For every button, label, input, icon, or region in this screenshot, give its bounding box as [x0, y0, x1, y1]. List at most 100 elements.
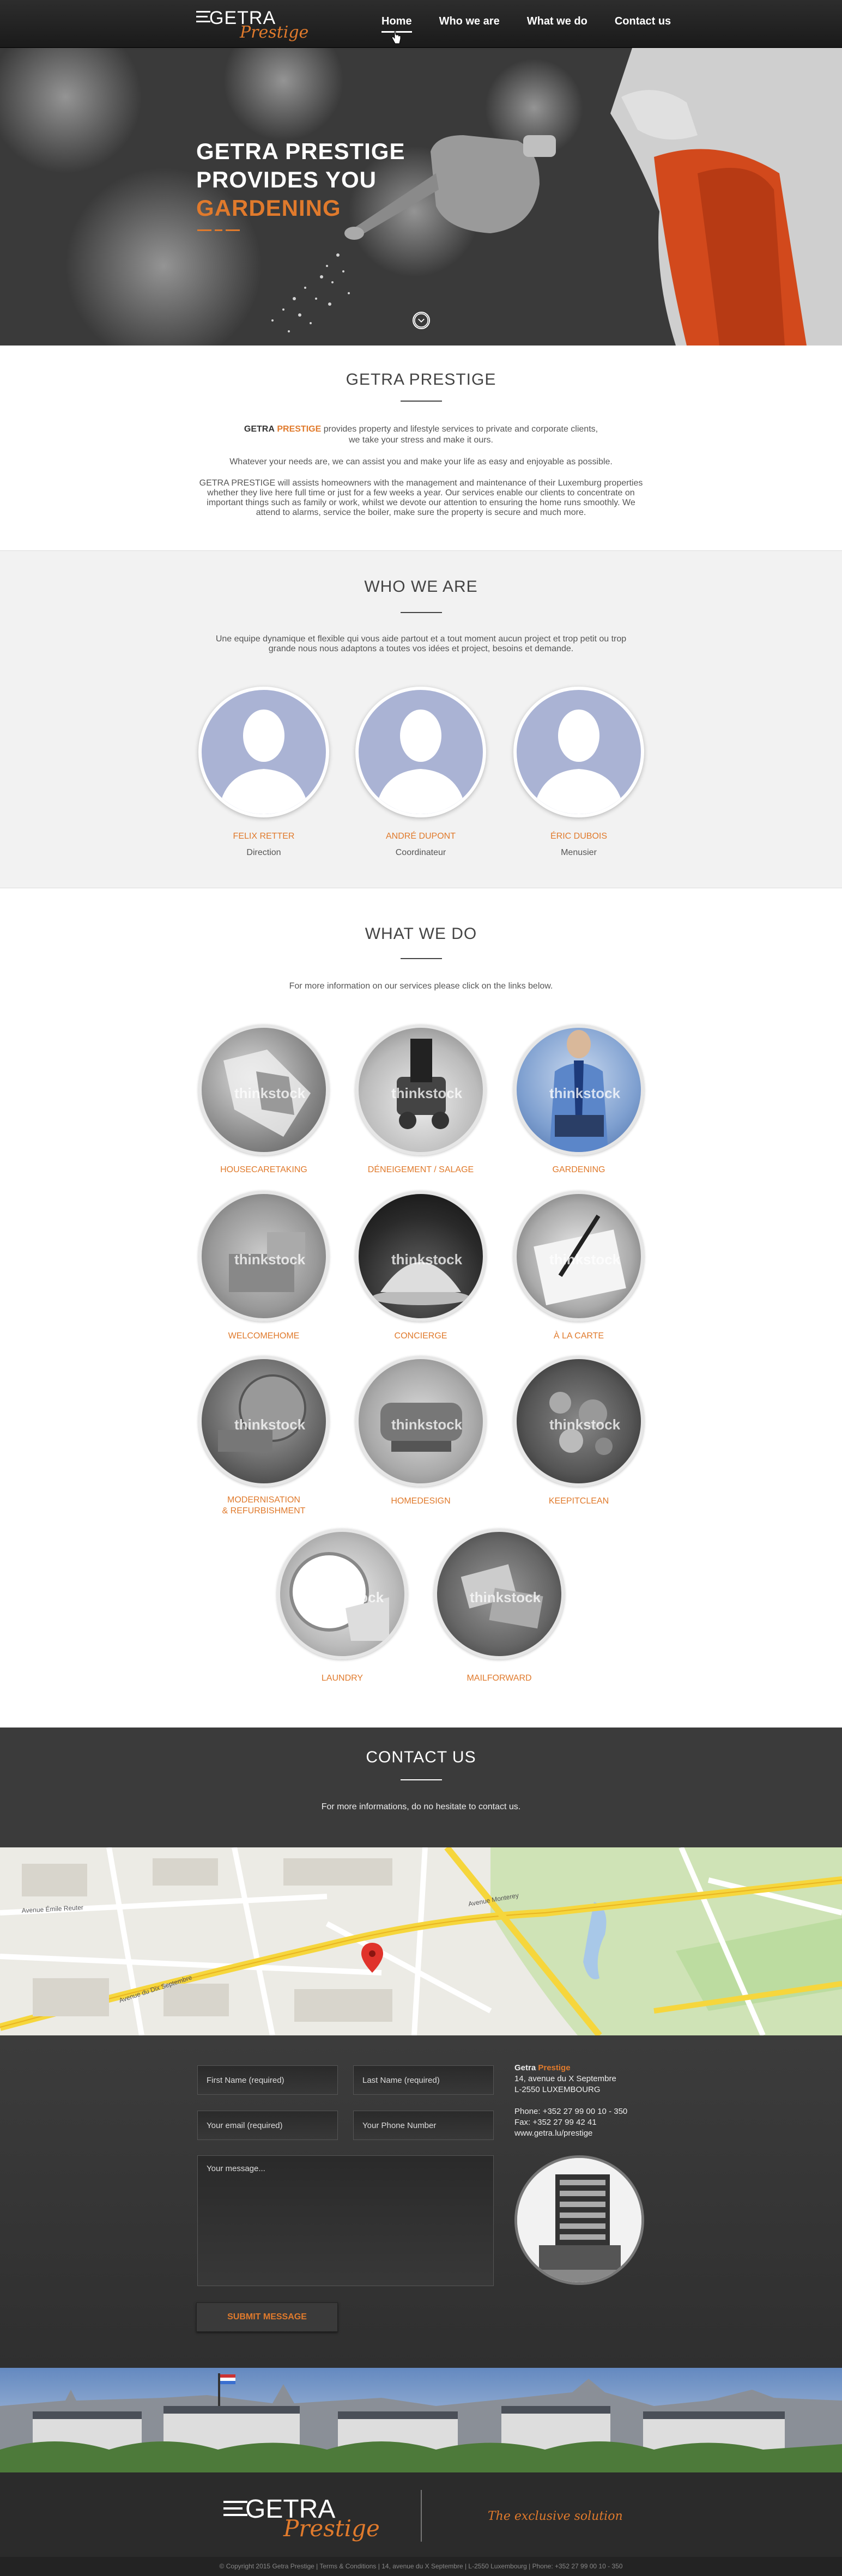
team-name: ÉRIC DUBOIS — [550, 832, 607, 841]
contact-text: For more informations, do no hesitate to… — [321, 1802, 521, 1811]
contact-title: CONTACT US — [366, 1748, 476, 1766]
intro-lead-text: provides property and lifestyle services… — [323, 425, 598, 434]
logo-bars-icon — [223, 2501, 247, 2516]
thinkstock-watermark: thinkstock — [234, 1251, 306, 1268]
footer-tagline: The exclusive solution — [488, 2510, 623, 2523]
service-label[interactable]: GARDENING — [497, 1165, 661, 1175]
intro-divider — [401, 401, 442, 402]
thinkstock-watermark: thinkstock — [549, 1416, 621, 1433]
logo[interactable]: GETRA Prestige — [196, 8, 308, 42]
hand-cursor-icon — [391, 31, 401, 44]
contact-header: CONTACT US For more informations, do no … — [0, 1728, 842, 1847]
team-role: Menusier — [561, 848, 597, 857]
copyright-bar: © Copyright 2015 Getra Prestige | Terms … — [0, 2557, 842, 2576]
email-input[interactable] — [197, 2111, 338, 2140]
info-brand-a: Getra — [514, 2063, 536, 2072]
team-role: Coordinateur — [395, 848, 446, 857]
info-brand-b: Prestige — [538, 2063, 571, 2072]
who-divider — [401, 612, 442, 613]
who-title: WHO WE ARE — [364, 578, 478, 596]
thinkstock-watermark: thinkstock — [391, 1251, 463, 1268]
intro-title: GETRA PRESTIGE — [346, 371, 496, 389]
thinkstock-watermark: thinkstock — [549, 1251, 621, 1268]
service-label[interactable]: MODERNISATION & REFURBISHMENT — [182, 1495, 346, 1517]
intro-paragraph-3: GETRA PRESTIGE will assists homeowners w… — [199, 478, 643, 488]
thinkstock-watermark: thinkstock — [391, 1416, 463, 1433]
service-label[interactable]: KEEPITCLEAN — [497, 1496, 661, 1507]
nav-who-we-are[interactable]: Who we are — [439, 15, 500, 33]
service-label[interactable]: DÉNEIGEMENT / SALAGE — [339, 1165, 502, 1175]
who-text: grande nous nous adaptons a toutes vos i… — [268, 644, 574, 653]
hero-divider — [197, 229, 240, 231]
info-fax: Fax: +352 27 99 42 41 — [514, 2118, 597, 2127]
intro-lead: GETRA PRESTIGE provides property and lif… — [0, 424, 842, 435]
intro-paragraph-2: Whatever your needs are, we can assist y… — [229, 457, 613, 466]
service-label-line: & REFURBISHMENT — [222, 1506, 306, 1516]
thinkstock-watermark: thinkstock — [549, 1085, 621, 1101]
hero-title: GETRA PRESTIGE PROVIDES YOU GARDENING — [196, 137, 405, 222]
first-name-input[interactable] — [197, 2065, 338, 2095]
service-modernisation[interactable]: thinkstock — [198, 1356, 329, 1487]
service-label[interactable]: LAUNDRY — [261, 1673, 424, 1684]
phone-input[interactable] — [353, 2111, 494, 2140]
thinkstock-watermark: thinkstock — [391, 1085, 463, 1101]
info-phone: Phone: +352 27 99 00 10 - 350 — [514, 2107, 628, 2116]
contact-divider — [401, 1779, 442, 1780]
city-panorama-image — [0, 2368, 842, 2472]
team-avatar — [513, 687, 644, 817]
what-text: For more information on our services ple… — [289, 981, 553, 991]
service-label[interactable]: HOMEDESIGN — [339, 1496, 502, 1507]
team-name: ANDRÉ DUPONT — [385, 832, 456, 841]
info-address: 14, avenue du X Septembre — [514, 2074, 616, 2083]
contact-info: Getra Prestige 14, avenue du X Septembre… — [514, 2063, 627, 2139]
service-label[interactable]: À LA CARTE — [497, 1331, 661, 1342]
service-welcomehome[interactable]: thinkstock — [198, 1191, 329, 1322]
thinkstock-watermark: thinkstock — [234, 1416, 306, 1433]
submit-message-button[interactable]: SUBMIT MESSAGE — [196, 2302, 338, 2332]
hero-line-2: PROVIDES YOU — [196, 167, 377, 192]
nav-contact-us[interactable]: Contact us — [615, 15, 671, 33]
what-title: WHAT WE DO — [365, 925, 477, 943]
who-text: Une equipe dynamique et flexible qui vou… — [215, 634, 627, 644]
thinkstock-watermark: thinkstock — [313, 1589, 384, 1605]
service-laundry[interactable]: thinkstock — [277, 1529, 408, 1659]
service-a-la-carte[interactable]: thinkstock — [513, 1191, 644, 1322]
footer: GETRA Prestige The exclusive solution — [0, 2472, 842, 2557]
message-textarea[interactable] — [197, 2155, 494, 2286]
top-navbar: GETRA Prestige Home Who we are What we d… — [0, 0, 842, 48]
intro-paragraph-3: attend to alarms, service the boiler, ma… — [256, 508, 586, 517]
office-building-image — [514, 2155, 644, 2285]
service-label[interactable]: MAILFORWARD — [417, 1673, 581, 1684]
hero-garden-image — [0, 48, 842, 346]
hero-line-3: GARDENING — [196, 195, 341, 221]
hero-banner: GETRA PRESTIGE PROVIDES YOU GARDENING — [0, 48, 842, 346]
service-gardening[interactable]: thinkstock — [513, 1025, 644, 1155]
thinkstock-watermark: thinkstock — [470, 1589, 541, 1605]
service-homedesign[interactable]: thinkstock — [355, 1356, 486, 1487]
service-deneigement[interactable]: thinkstock — [355, 1025, 486, 1155]
last-name-input[interactable] — [353, 2065, 494, 2095]
info-website-link[interactable]: www.getra.lu/prestige — [514, 2128, 627, 2139]
service-label[interactable]: HOUSECARETAKING — [182, 1165, 346, 1175]
footer-logo[interactable]: GETRA Prestige — [223, 2495, 387, 2542]
service-housecaretaking[interactable]: thinkstock — [198, 1025, 329, 1155]
team-avatar — [198, 687, 329, 817]
service-mailforward[interactable]: thinkstock — [434, 1529, 565, 1659]
nav-what-we-do[interactable]: What we do — [527, 15, 587, 33]
team-avatar — [355, 687, 486, 817]
scroll-down-icon[interactable] — [413, 312, 430, 329]
service-keepitclean[interactable]: thinkstock — [513, 1356, 644, 1487]
intro-paragraph-3: important things such as family or work,… — [207, 498, 635, 507]
logo-bars-icon — [196, 11, 210, 26]
service-label[interactable]: WELCOMEHOME — [182, 1331, 346, 1342]
hero-line-1: GETRA PRESTIGE — [196, 138, 405, 164]
service-label[interactable]: CONCIERGE — [339, 1331, 502, 1342]
location-map[interactable]: Avenue Monterey Avenue du Dix Septembre … — [0, 1847, 842, 2035]
service-concierge[interactable]: thinkstock — [355, 1191, 486, 1322]
main-menu: Home Who we are What we do Contact us — [381, 15, 671, 33]
intro-paragraph-3: whether they live here full time or just… — [207, 488, 635, 498]
footer-divider — [421, 2490, 422, 2542]
service-label-line: MODERNISATION — [227, 1495, 300, 1505]
logo-script: Prestige — [240, 23, 309, 42]
info-city: L-2550 LUXEMBOURG — [514, 2085, 601, 2094]
